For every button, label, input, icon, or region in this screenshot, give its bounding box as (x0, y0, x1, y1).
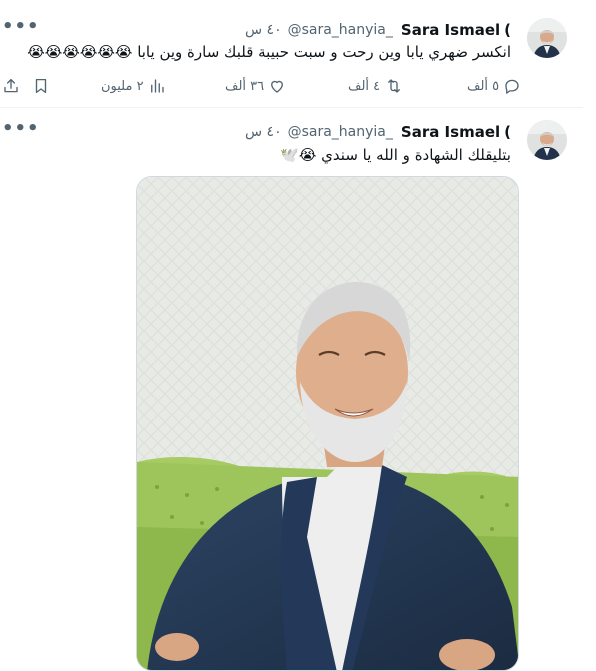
tweet-header: ٤٠ س @sara_hanyia_ Sara Ismael ( (245, 122, 511, 142)
user-handle[interactable]: @sara_hanyia_ (288, 124, 393, 140)
avatar[interactable] (527, 18, 567, 58)
share-button[interactable] (2, 74, 20, 98)
reply-count: ٥ ألف (467, 78, 500, 94)
bookmark-button[interactable] (32, 74, 50, 98)
display-name-suffix: ( (504, 123, 511, 141)
tweet-1[interactable]: ٤٠ س @sara_hanyia_ Sara Ismael ( ••• انك… (0, 0, 583, 107)
reply-button[interactable]: ٥ ألف (467, 74, 521, 98)
display-name[interactable]: Sara Ismael (401, 123, 500, 141)
avatar-image (527, 120, 567, 160)
avatar[interactable] (527, 120, 567, 160)
tweet-text: بتليقلك الشهادة و الله يا سندي 😭🕊️ (6, 145, 511, 165)
like-count: ٣٦ ألف (225, 78, 265, 94)
views-button[interactable]: ٢ مليون (101, 74, 166, 98)
photo-image (137, 177, 518, 670)
like-button[interactable]: ٣٦ ألف (225, 74, 286, 98)
tweet-emojis: 😭😭😭😭😭😭 (27, 43, 133, 61)
tweet-actions: ٥ ألف ٤ ألف ٣٦ ألف ٢ مليون (0, 74, 583, 98)
display-name[interactable]: Sara Ismael (401, 21, 500, 39)
retweet-button[interactable]: ٤ ألف (348, 74, 404, 98)
avatar-image (527, 18, 567, 58)
reply-icon (503, 77, 521, 95)
tweet-emojis: 😭🕊️ (280, 146, 317, 164)
tweet-text-body: بتليقلك الشهادة و الله يا سندي (321, 146, 511, 164)
more-icon[interactable]: ••• (2, 18, 39, 36)
display-name-suffix: ( (504, 21, 511, 39)
bookmark-icon (32, 77, 50, 95)
tweet-text-body: انكسر ضهري يابا وين رحت و سبت حبيبة قلبك… (137, 43, 511, 61)
tweet-time[interactable]: ٤٠ س (245, 124, 282, 140)
more-icon[interactable]: ••• (2, 120, 39, 138)
views-icon (148, 77, 166, 95)
share-icon (2, 77, 20, 95)
tweet-photo[interactable] (136, 176, 519, 671)
retweet-count: ٤ ألف (348, 78, 381, 94)
tweet-time[interactable]: ٤٠ س (245, 22, 282, 38)
user-handle[interactable]: @sara_hanyia_ (288, 22, 393, 38)
views-count: ٢ مليون (101, 78, 144, 94)
tweet-text: انكسر ضهري يابا وين رحت و سبت حبيبة قلبك… (6, 42, 511, 62)
like-icon (268, 77, 286, 95)
retweet-icon (384, 77, 404, 95)
tweet-header: ٤٠ س @sara_hanyia_ Sara Ismael ( (245, 20, 511, 40)
